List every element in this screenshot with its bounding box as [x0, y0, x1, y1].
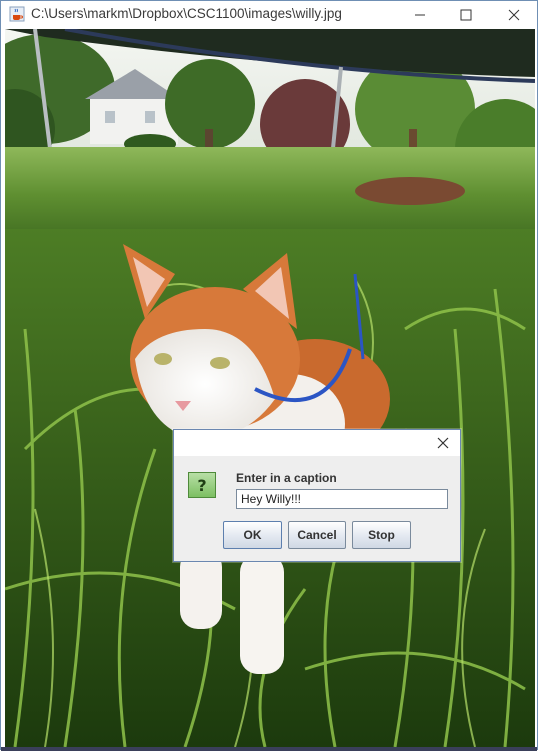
ok-button[interactable]: OK: [223, 521, 282, 549]
caption-prompt-label: Enter in a caption: [236, 471, 337, 485]
java-coffee-cup-icon: [9, 6, 25, 22]
window-title: C:\Users\markm\Dropbox\CSC1100\images\wi…: [31, 6, 342, 21]
dialog-close-button[interactable]: [434, 434, 452, 452]
caption-input-dialog: ? Enter in a caption OK Cancel Stop: [173, 429, 461, 562]
window-bottom-edge: [1, 747, 537, 751]
close-icon: [508, 9, 520, 21]
image-viewer-window: C:\Users\markm\Dropbox\CSC1100\images\wi…: [0, 0, 538, 751]
stop-button[interactable]: Stop: [352, 521, 411, 549]
minimize-icon: [415, 14, 425, 16]
maximize-icon: [460, 9, 472, 21]
cancel-button[interactable]: Cancel: [288, 521, 346, 549]
window-titlebar[interactable]: C:\Users\markm\Dropbox\CSC1100\images\wi…: [1, 1, 537, 29]
question-icon: ?: [188, 472, 216, 498]
close-icon: [437, 437, 449, 449]
minimize-button[interactable]: [397, 1, 443, 29]
caption-input[interactable]: [236, 489, 448, 509]
dialog-titlebar[interactable]: [174, 430, 460, 456]
maximize-button[interactable]: [443, 1, 489, 29]
close-button[interactable]: [491, 1, 537, 29]
cat-photo: [5, 29, 535, 747]
